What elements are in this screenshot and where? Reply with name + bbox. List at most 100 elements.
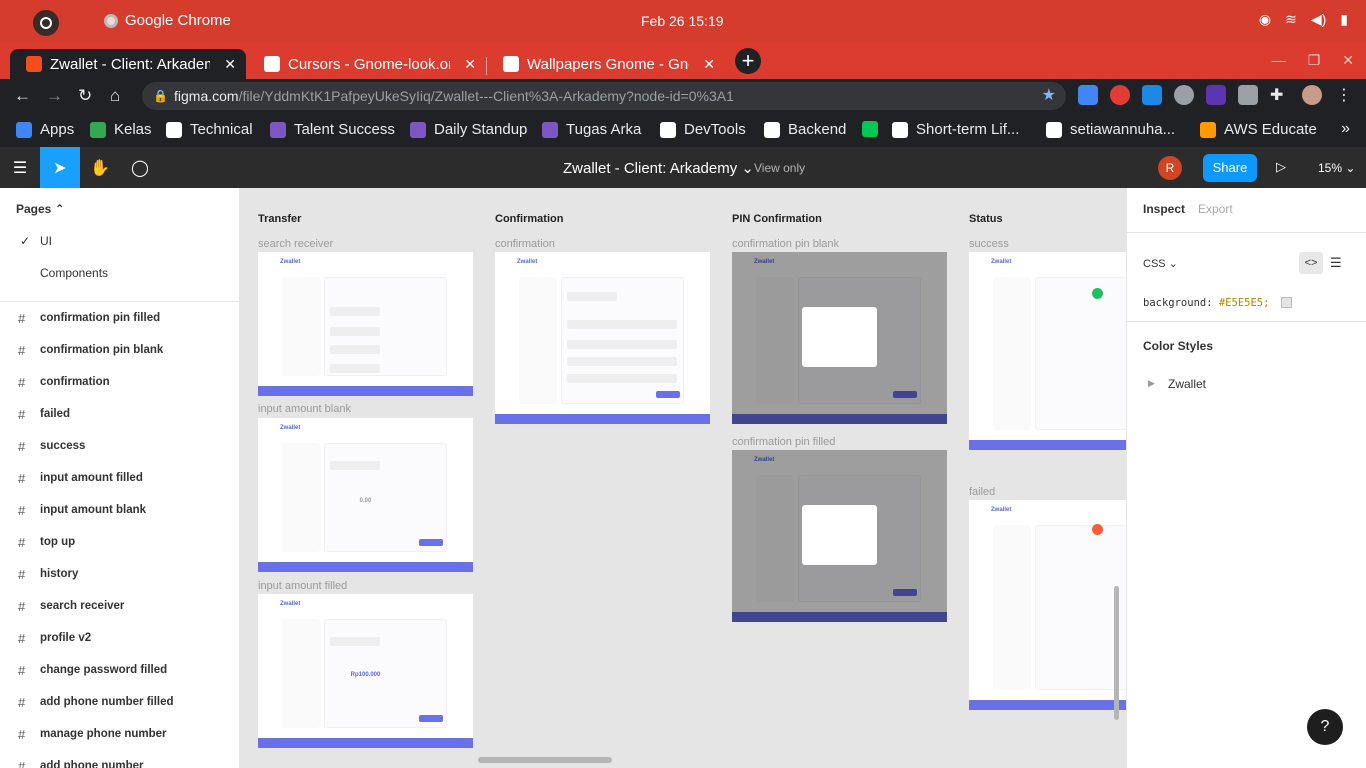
forward-icon[interactable]: → <box>46 86 63 106</box>
new-tab-button[interactable]: + <box>735 48 761 74</box>
hand-tool-icon[interactable]: ✋ <box>80 147 120 188</box>
layer-item[interactable]: change password filled <box>40 664 167 676</box>
bookmark-item[interactable]: Talent Success <box>270 121 395 138</box>
bookmark-item[interactable]: Daily Standup <box>410 121 527 138</box>
address-bar[interactable]: 🔒 figma.com/file/YddmKtK1PafpeyUkeSyIiq/… <box>142 82 1066 110</box>
close-icon[interactable]: ✕ <box>224 56 236 73</box>
extension-icon[interactable] <box>1110 85 1130 105</box>
puzzle-icon[interactable]: ✚ <box>1270 85 1290 105</box>
back-icon[interactable]: ← <box>14 86 31 106</box>
user-avatar[interactable]: R <box>1158 156 1182 180</box>
activities-button[interactable] <box>33 10 59 36</box>
code-view-icon[interactable]: <> <box>1299 252 1323 274</box>
layer-item[interactable]: confirmation pin filled <box>40 312 160 324</box>
frame-confirmation[interactable]: Zwallet <box>495 252 710 424</box>
close-window-icon[interactable]: ✕ <box>1342 52 1354 69</box>
figma-canvas[interactable]: Transfer Confirmation PIN Confirmation S… <box>240 188 1126 768</box>
layer-item[interactable]: add phone number <box>40 760 144 768</box>
pages-heading[interactable]: Pages ⌃ <box>16 202 65 216</box>
layer-item[interactable]: success <box>40 440 85 452</box>
discord-icon[interactable]: ◉ <box>1259 11 1271 28</box>
share-button[interactable]: Share <box>1203 154 1257 182</box>
bookmark-item[interactable]: Backend <box>764 121 846 138</box>
frame-label[interactable]: confirmation pin blank <box>732 238 839 250</box>
file-title[interactable]: Zwallet - Client: Arkademy ⌄ <box>563 159 754 177</box>
layer-item[interactable]: search receiver <box>40 600 124 612</box>
section-pin-confirmation[interactable]: PIN Confirmation <box>732 213 822 225</box>
layer-item[interactable]: confirmation <box>40 376 110 388</box>
profile-avatar[interactable] <box>1302 85 1322 105</box>
maximize-icon[interactable]: ❐ <box>1308 52 1321 69</box>
bookmark-item[interactable]: Technical <box>166 121 253 138</box>
clock[interactable]: Feb 26 15:19 <box>641 13 724 29</box>
layer-item[interactable]: confirmation pin blank <box>40 344 163 356</box>
tab-wallpapers[interactable]: Wallpapers Gnome - Gnome ✕ <box>487 49 725 79</box>
frame-label[interactable]: input amount filled <box>258 580 347 592</box>
app-menu[interactable]: Google Chrome <box>104 12 231 29</box>
bookmark-item[interactable]: DevTools <box>660 121 746 138</box>
reload-icon[interactable]: ↻ <box>78 86 92 106</box>
lock-icon[interactable]: 🔒 <box>153 82 168 110</box>
frame-success[interactable]: Zwallet <box>969 252 1126 450</box>
page-components[interactable]: Components <box>40 266 108 280</box>
extension-icon[interactable] <box>1174 85 1194 105</box>
layer-item[interactable]: input amount blank <box>40 504 146 516</box>
style-group-zwallet[interactable]: Zwallet <box>1168 377 1206 391</box>
frame-label[interactable]: search receiver <box>258 238 333 250</box>
frame-input-amount-blank[interactable]: Zwallet 0.00 <box>258 418 473 572</box>
extension-icon[interactable] <box>1206 85 1226 105</box>
frame-label[interactable]: failed <box>969 486 995 498</box>
system-tray[interactable]: ◉ ≋ ◀) ▮ <box>1259 11 1348 28</box>
present-icon[interactable]: ▷ <box>1276 159 1286 175</box>
bookmark-item[interactable]: Apps <box>16 121 74 138</box>
frame-label[interactable]: input amount blank <box>258 403 351 415</box>
frame-input-amount-filled[interactable]: Zwallet Rp100.000 <box>258 594 473 748</box>
help-button[interactable]: ? <box>1307 709 1343 745</box>
bookmarks-overflow-icon[interactable]: » <box>1341 120 1350 138</box>
layer-item[interactable]: top up <box>40 536 75 548</box>
layer-item[interactable]: add phone number filled <box>40 696 174 708</box>
section-confirmation[interactable]: Confirmation <box>495 213 563 225</box>
code-language-select[interactable]: CSS ⌄ <box>1143 257 1178 270</box>
frame-failed[interactable]: Zwallet <box>969 500 1126 710</box>
bookmark-item[interactable]: Short-term Lif... <box>892 121 1019 138</box>
bookmark-item[interactable]: setiawannuha... <box>1046 121 1175 138</box>
tab-cursors[interactable]: Cursors - Gnome-look.org ✕ <box>248 49 486 79</box>
horizontal-scrollbar[interactable] <box>478 757 612 763</box>
bookmark-item[interactable]: Tugas Arka <box>542 121 641 138</box>
bookmark-star-icon[interactable]: ★ <box>1042 82 1056 110</box>
layer-item[interactable]: profile v2 <box>40 632 91 644</box>
close-icon[interactable]: ✕ <box>464 56 476 73</box>
comment-tool-icon[interactable]: ◯ <box>120 147 160 188</box>
bookmark-item[interactable]: AWS Educate <box>1200 121 1317 138</box>
bookmark-item[interactable]: Kelas <box>90 121 152 138</box>
home-icon[interactable]: ⌂ <box>110 86 120 106</box>
page-ui[interactable]: UI <box>40 234 52 248</box>
layer-item[interactable]: input amount filled <box>40 472 143 484</box>
section-transfer[interactable]: Transfer <box>258 213 301 225</box>
extension-icon[interactable] <box>1142 85 1162 105</box>
vertical-scrollbar[interactable] <box>1114 586 1119 720</box>
move-tool-icon[interactable]: ➤ <box>40 147 80 188</box>
minimize-icon[interactable]: — <box>1272 52 1286 69</box>
frame-confirmation-pin-blank[interactable]: Zwallet <box>732 252 947 424</box>
main-menu-icon[interactable]: ☰ <box>0 147 40 188</box>
list-view-icon[interactable]: ☰ <box>1330 255 1342 271</box>
frame-confirmation-pin-filled[interactable]: Zwallet <box>732 450 947 622</box>
layer-item[interactable]: manage phone number <box>40 728 167 740</box>
zoom-level[interactable]: 15% ⌄ <box>1318 161 1355 175</box>
tab-export[interactable]: Export <box>1198 202 1233 216</box>
layer-item[interactable]: failed <box>40 408 70 420</box>
tab-inspect[interactable]: Inspect <box>1143 202 1185 216</box>
tab-zwallet[interactable]: Zwallet - Client: Arkademy ✕ <box>10 49 246 79</box>
section-status[interactable]: Status <box>969 213 1003 225</box>
layer-item[interactable]: history <box>40 568 78 580</box>
frame-label[interactable]: confirmation pin filled <box>732 436 835 448</box>
bookmark-item[interactable] <box>862 121 886 137</box>
vue-devtools-icon[interactable] <box>1238 85 1258 105</box>
menu-dots-icon[interactable]: ⋮ <box>1334 85 1354 105</box>
frame-label[interactable]: success <box>969 238 1009 250</box>
translate-icon[interactable] <box>1078 85 1098 105</box>
frame-search-receiver[interactable]: Zwallet <box>258 252 473 396</box>
close-icon[interactable]: ✕ <box>703 56 715 73</box>
